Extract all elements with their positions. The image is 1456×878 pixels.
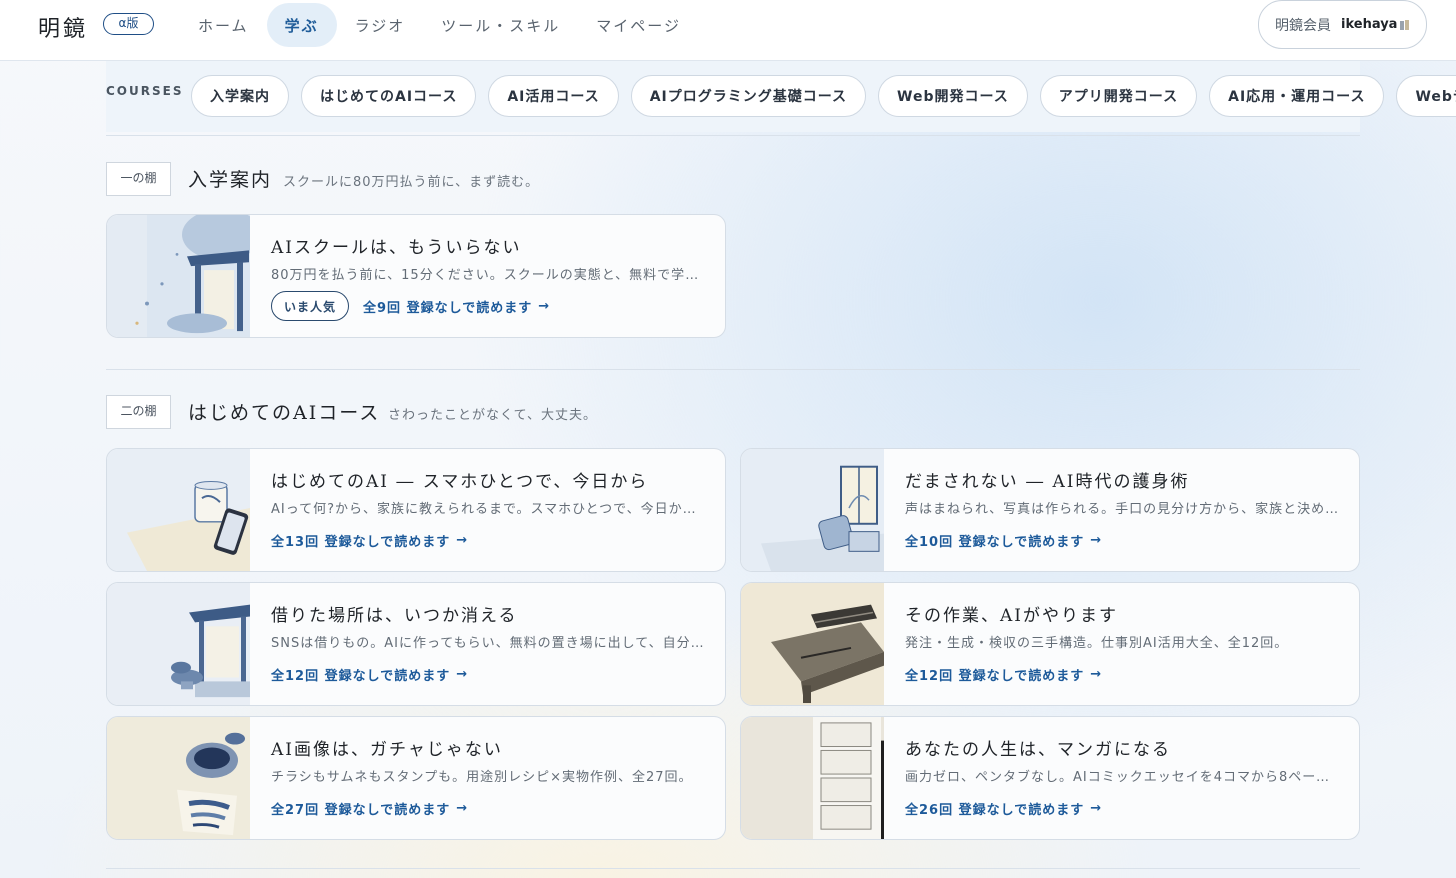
arrow-right-icon: → bbox=[1090, 667, 1103, 682]
nav-radio[interactable]: ラジオ bbox=[337, 3, 424, 47]
section-title: 入学案内 bbox=[188, 169, 273, 191]
card-description: AIって何?から、家族に教えられるまで。スマホひとつで、今日から始められます。 bbox=[271, 502, 707, 517]
nav-mypage[interactable]: マイページ bbox=[578, 3, 699, 47]
card-read-link[interactable]: 全13回 登録なしで読めます bbox=[271, 531, 450, 550]
card-description: SNSは借りもの。AIに作ってもらい、無料の置き場に出して、自分の場所を持つ。 bbox=[271, 636, 707, 651]
card-description: 声はまねられ、写真は作られる。手口の見分け方から、家族と決めておくこと。 bbox=[905, 502, 1341, 517]
card-description: 80万円を払う前に、15分ください。スクールの実態と、無料で学べる方法を。 bbox=[271, 268, 707, 283]
course-chip-ai-usage[interactable]: AI活用コース bbox=[488, 75, 619, 117]
arrow-right-icon: → bbox=[1090, 801, 1103, 816]
card-meta: いま人気 全9回 登録なしで読めます → bbox=[271, 291, 550, 321]
ink-bowl-icon bbox=[107, 717, 250, 839]
nav-tools-skills[interactable]: ツール・スキル bbox=[423, 3, 578, 47]
card-meta: 全27回 登録なしで読めます → bbox=[271, 799, 468, 818]
card-description: 発注・生成・検収の三手構造。仕事別AI活用大全、全12回。 bbox=[905, 636, 1289, 651]
member-account-button[interactable]: 明鏡会員 ikehaya bbox=[1258, 0, 1427, 49]
member-icon bbox=[1400, 19, 1410, 30]
card-read-link[interactable]: 全12回 登録なしで読めます bbox=[905, 665, 1084, 684]
course-card[interactable]: だまされない ― AI時代の護身術 声はまねられ、写真は作られる。手口の見分け方… bbox=[740, 448, 1360, 572]
divider bbox=[106, 369, 1360, 370]
card-meta: 全12回 登録なしで読めます → bbox=[905, 665, 1102, 684]
card-meta: 全26回 登録なしで読めます → bbox=[905, 799, 1102, 818]
course-card[interactable]: AI画像は、ガチャじゃない チラシもサムネもスタンプも。用途別レシピ×実物作例、… bbox=[106, 716, 726, 840]
course-chip-list: 入学案内 はじめてのAIコース AI活用コース AIプログラミング基礎コース W… bbox=[191, 75, 1456, 117]
card-read-link[interactable]: 全12回 登録なしで読めます bbox=[271, 665, 450, 684]
arrow-right-icon: → bbox=[538, 298, 551, 314]
course-card[interactable]: AIスクールは、もういらない 80万円を払う前に、15分ください。スクールの実態… bbox=[106, 214, 726, 338]
card-title: AI画像は、ガチャじゃない bbox=[271, 740, 503, 760]
arrow-right-icon: → bbox=[1090, 533, 1103, 548]
card-title: その作業、AIがやります bbox=[905, 606, 1118, 626]
shrine-gate-icon bbox=[107, 583, 250, 705]
shelf-tag: 二の棚 bbox=[106, 395, 171, 429]
arrow-right-icon: → bbox=[456, 667, 469, 682]
manga-panels-icon bbox=[741, 717, 884, 839]
card-meta: 全13回 登録なしで読めます → bbox=[271, 531, 468, 550]
abacus-icon bbox=[741, 583, 884, 705]
main-nav: ホーム 学ぶ ラジオ ツール・スキル マイページ bbox=[180, 3, 699, 47]
card-read-link[interactable]: 全9回 登録なしで読めます bbox=[363, 297, 532, 316]
nav-home[interactable]: ホーム bbox=[180, 3, 267, 47]
course-card[interactable]: はじめてのAI ― スマホひとつで、今日から AIって何?から、家族に教えられる… bbox=[106, 448, 726, 572]
section-subtitle: スクールに80万円払う前に、まず読む。 bbox=[283, 175, 540, 190]
course-card[interactable]: 借りた場所は、いつか消える SNSは借りもの。AIに作ってもらい、無料の置き場に… bbox=[106, 582, 726, 706]
section-subtitle: さわったことがなくて、大丈夫。 bbox=[388, 408, 597, 423]
card-read-link[interactable]: 全27回 登録なしで読めます bbox=[271, 799, 450, 818]
course-chip-ai-programming[interactable]: AIプログラミング基礎コース bbox=[630, 75, 867, 117]
nav-learn[interactable]: 学ぶ bbox=[266, 3, 337, 47]
divider bbox=[106, 135, 1360, 136]
courses-label: COURSES bbox=[106, 84, 184, 98]
course-chip-web-dev[interactable]: Web開発コース bbox=[878, 75, 1028, 117]
course-chip-app-dev[interactable]: アプリ開発コース bbox=[1039, 75, 1198, 117]
gate-icon bbox=[107, 215, 250, 337]
lantern-icon bbox=[741, 449, 884, 571]
card-meta: 全10回 登録なしで読めます → bbox=[905, 531, 1102, 550]
teacup-phone-icon bbox=[107, 449, 250, 571]
card-description: チラシもサムネもスタンプも。用途別レシピ×実物作例、全27回。 bbox=[271, 770, 693, 785]
card-title: AIスクールは、もういらない bbox=[271, 238, 522, 258]
popular-badge: いま人気 bbox=[271, 291, 350, 321]
divider bbox=[106, 868, 1360, 869]
section-title: はじめてのAIコース bbox=[188, 402, 381, 424]
course-chip-intro-ai[interactable]: はじめてのAIコース bbox=[301, 75, 477, 117]
alpha-badge: α版 bbox=[103, 13, 154, 35]
card-description: 画力ゼロ、ペンタブなし。AIコミックエッセイを4コマから8ページまで。 bbox=[905, 770, 1341, 785]
card-title: あなたの人生は、マンガになる bbox=[905, 740, 1171, 760]
course-card[interactable]: あなたの人生は、マンガになる 画力ゼロ、ペンタブなし。AIコミックエッセイを4コ… bbox=[740, 716, 1360, 840]
course-chip-admission[interactable]: 入学案内 bbox=[191, 75, 289, 117]
arrow-right-icon: → bbox=[456, 533, 469, 548]
card-title: だまされない ― AI時代の護身術 bbox=[905, 472, 1190, 492]
card-title: 借りた場所は、いつか消える bbox=[271, 606, 518, 626]
arrow-right-icon: → bbox=[456, 801, 469, 816]
top-header: 明鏡 α版 ホーム 学ぶ ラジオ ツール・スキル マイページ 明鏡会員 ikeh… bbox=[0, 0, 1456, 61]
member-name: ikehaya bbox=[1341, 17, 1398, 32]
member-label: 明鏡会員 bbox=[1275, 17, 1331, 34]
shelf-tag: 一の棚 bbox=[106, 162, 171, 196]
card-title: はじめてのAI ― スマホひとつで、今日から bbox=[271, 472, 649, 492]
card-read-link[interactable]: 全10回 登録なしで読めます bbox=[905, 531, 1084, 550]
site-logo[interactable]: 明鏡 bbox=[38, 11, 88, 43]
course-chip-web-design[interactable]: Webデザイ bbox=[1396, 75, 1456, 117]
card-read-link[interactable]: 全26回 登録なしで読めます bbox=[905, 799, 1084, 818]
course-card[interactable]: その作業、AIがやります 発注・生成・検収の三手構造。仕事別AI活用大全、全12… bbox=[740, 582, 1360, 706]
course-chip-ai-applied[interactable]: AI応用・運用コース bbox=[1209, 75, 1385, 117]
card-meta: 全12回 登録なしで読めます → bbox=[271, 665, 468, 684]
